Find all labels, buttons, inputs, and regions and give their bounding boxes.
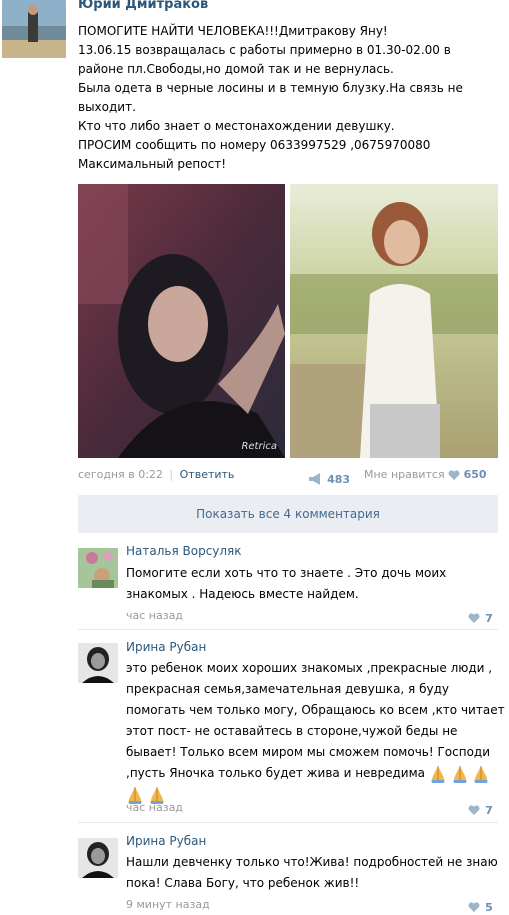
comment-divider bbox=[78, 822, 498, 823]
reply-link[interactable]: Ответить bbox=[180, 468, 235, 481]
comment-author[interactable]: Ирина Рубан bbox=[126, 834, 206, 848]
comment-like-button[interactable]: 5 bbox=[468, 896, 493, 915]
avatar-photo bbox=[78, 548, 118, 588]
repost-count: 483 bbox=[327, 473, 351, 486]
comment-author[interactable]: Ирина Рубан bbox=[126, 640, 206, 654]
post-text-line: районе пл.Свободы,но домой так и не верн… bbox=[78, 62, 394, 76]
comment-avatar[interactable] bbox=[78, 643, 118, 683]
post-photo-1[interactable]: Retrica bbox=[78, 184, 285, 458]
like-count: 650 bbox=[463, 468, 487, 481]
show-all-comments-button[interactable]: Показать все 4 комментария bbox=[78, 495, 498, 533]
comment-text-line: Нашли девченку только что!Жива! подробно… bbox=[126, 855, 498, 869]
comment-divider bbox=[78, 629, 498, 630]
photo-image bbox=[78, 184, 285, 458]
comment-text-line: знакомых . Надеюсь вместе найдем. bbox=[126, 587, 359, 601]
heart-icon bbox=[468, 612, 480, 623]
comment-text-line: помогать чем только могу, Обращаюсь ко в… bbox=[126, 703, 505, 717]
avatar-photo bbox=[2, 0, 66, 58]
megaphone-icon bbox=[309, 472, 320, 485]
post-author-name[interactable]: Юрий Дмитраков bbox=[78, 0, 208, 12]
post-text-line: ПРОСИМ сообщить по номеру 0633997529 ,06… bbox=[78, 138, 431, 152]
comment-text-line: пока! Слава Богу, что ребенок жив!! bbox=[126, 876, 360, 890]
comment-text-line: это ребенок моих хороших знакомых ,прекр… bbox=[126, 661, 493, 675]
comment-text-line: этот пост- не оставайтесь в стороне,чужо… bbox=[126, 724, 458, 738]
praying-hands-icon bbox=[452, 765, 467, 783]
comment-time[interactable]: 9 минут назад bbox=[126, 898, 210, 911]
comment-avatar[interactable] bbox=[78, 548, 118, 588]
praying-hands-icon bbox=[430, 765, 445, 783]
post-meta: сегодня в 0:22 | Ответить bbox=[78, 468, 234, 481]
photo-watermark: Retrica bbox=[241, 441, 277, 452]
comment-author[interactable]: Наталья Ворсуляк bbox=[126, 544, 242, 558]
comment-time[interactable]: час назад bbox=[126, 801, 183, 814]
post-photo-2[interactable] bbox=[290, 184, 498, 458]
post-text-line: 13.06.15 возвращалась с работы примерно … bbox=[78, 43, 451, 57]
comment-like-button[interactable]: 7 bbox=[468, 607, 493, 626]
comment-text-line: Помогите если хоть что то знаете . Это д… bbox=[126, 566, 447, 580]
heart-icon bbox=[448, 470, 460, 480]
like-counter[interactable]: Мне нравится 650 bbox=[364, 468, 487, 481]
meta-separator: | bbox=[169, 468, 174, 481]
post-text-line: Была одета в черные лосины и в темную бл… bbox=[78, 81, 463, 95]
comment-like-count: 5 bbox=[485, 901, 493, 914]
post-text-line: Максимальный репост! bbox=[78, 157, 227, 171]
comment-text: это ребенок моих хороших знакомых ,прекр… bbox=[126, 658, 505, 805]
heart-icon bbox=[468, 901, 480, 912]
comment-avatar[interactable] bbox=[78, 838, 118, 878]
comment-text-segment: ,пусть Яночка только будет жива и невред… bbox=[126, 766, 425, 780]
heart-icon bbox=[468, 804, 480, 815]
post-text: ПОМОГИТЕ НАЙТИ ЧЕЛОВЕКА!!!Дмитракову Яну… bbox=[78, 22, 488, 174]
comment-text-line: прекрасная семья,замечательная девушка, … bbox=[126, 682, 449, 696]
post-text-line: ПОМОГИТЕ НАЙТИ ЧЕЛОВЕКА!!!Дмитракову Яну… bbox=[78, 24, 388, 38]
post-text-line: Кто что либо знает о местонахождении дев… bbox=[78, 119, 395, 133]
repost-counter[interactable]: 483 bbox=[308, 468, 350, 487]
like-label: Мне нравится bbox=[364, 468, 445, 481]
comment-text-line: ,пусть Яночка только будет жива и невред… bbox=[126, 763, 505, 784]
avatar-photo bbox=[78, 838, 118, 878]
comment-text-line: бывает! Только всем миром мы сможем помо… bbox=[126, 745, 491, 759]
photo-image bbox=[290, 184, 498, 458]
comment-like-button[interactable]: 7 bbox=[468, 799, 493, 818]
comment-like-count: 7 bbox=[485, 804, 493, 817]
comment-text: Нашли девченку только что!Жива! подробно… bbox=[126, 852, 498, 894]
avatar-photo bbox=[78, 643, 118, 683]
comment-like-count: 7 bbox=[485, 612, 493, 625]
praying-hands-icon bbox=[474, 765, 489, 783]
comment-time[interactable]: час назад bbox=[126, 609, 183, 622]
post-time[interactable]: сегодня в 0:22 bbox=[78, 468, 163, 481]
post-text-line: выходит. bbox=[78, 100, 136, 114]
post-author-avatar[interactable] bbox=[2, 0, 66, 58]
comment-text: Помогите если хоть что то знаете . Это д… bbox=[126, 563, 446, 605]
